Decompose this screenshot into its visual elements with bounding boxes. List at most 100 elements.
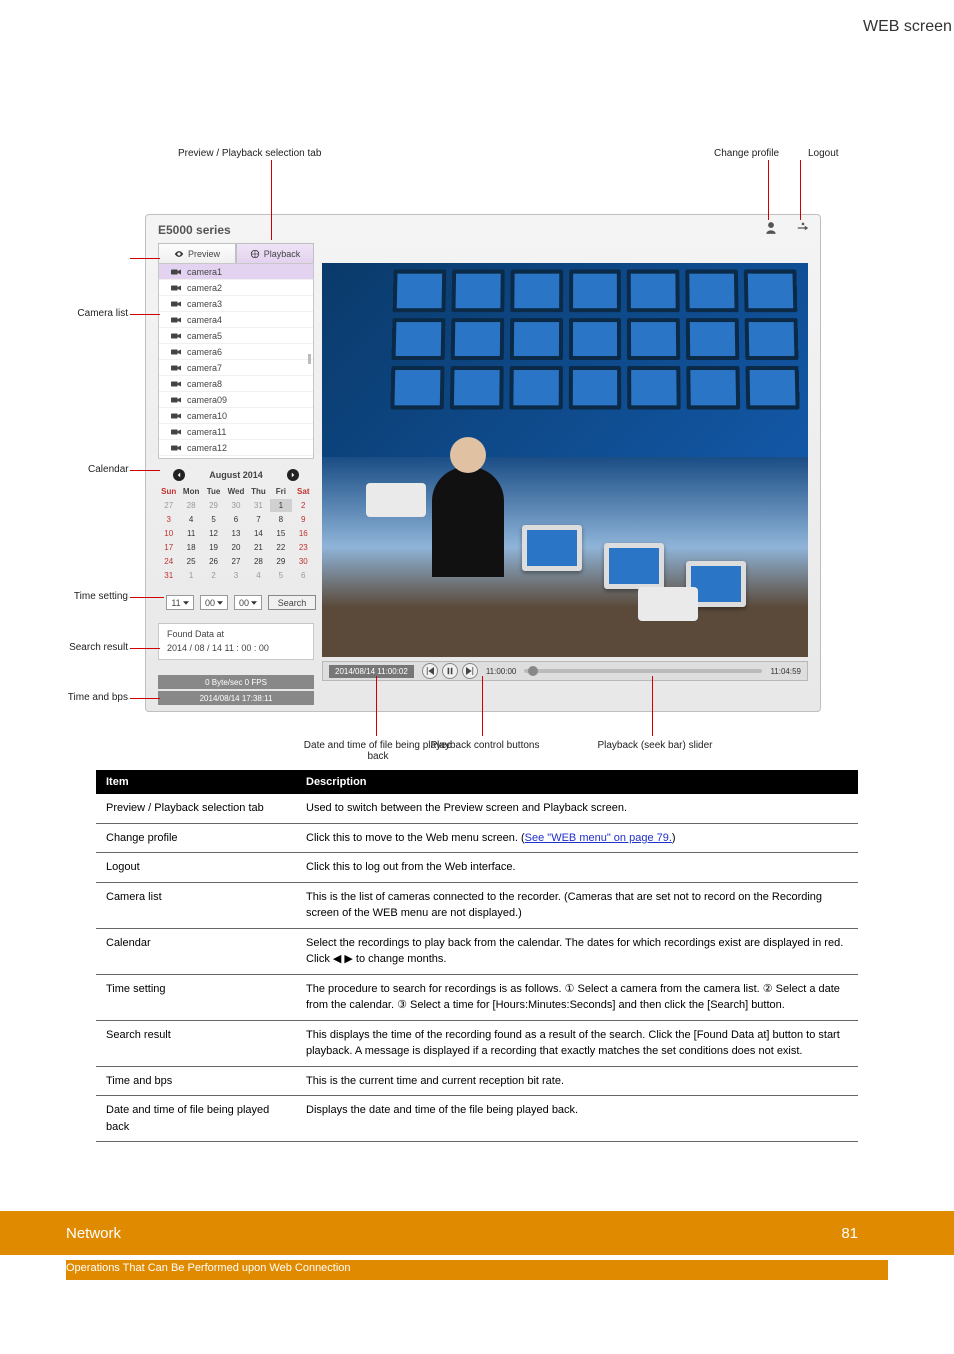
cal-day[interactable]: 26 bbox=[203, 555, 224, 568]
camera-list-item[interactable]: camera09 bbox=[159, 392, 313, 408]
time-mm-select[interactable]: 00 bbox=[200, 595, 228, 610]
camera-icon bbox=[171, 364, 181, 372]
cal-next-icon[interactable] bbox=[287, 469, 299, 481]
camera-list-item[interactable]: camera8 bbox=[159, 376, 313, 392]
cal-day[interactable]: 2 bbox=[293, 499, 314, 512]
cal-day[interactable]: 18 bbox=[180, 541, 201, 554]
camera-list-item[interactable]: camera12 bbox=[159, 440, 313, 456]
camera-list-item[interactable]: camera4 bbox=[159, 312, 313, 328]
camera-list[interactable]: camera1camera2camera3camera4camera5camer… bbox=[158, 263, 314, 459]
cal-day[interactable]: 4 bbox=[248, 569, 269, 582]
search-button[interactable]: Search bbox=[268, 595, 316, 610]
callout-line bbox=[130, 314, 160, 315]
found-label: Found Data at bbox=[167, 628, 305, 642]
cal-day[interactable]: 20 bbox=[225, 541, 246, 554]
film-icon bbox=[250, 249, 260, 259]
cal-dow: Mon bbox=[180, 485, 201, 498]
time-hh-select[interactable]: 11 bbox=[166, 595, 194, 610]
found-value: 2014 / 08 / 14 11 : 00 : 00 bbox=[167, 642, 305, 656]
cal-day[interactable]: 9 bbox=[293, 513, 314, 526]
callout-line bbox=[800, 160, 801, 220]
cal-day[interactable]: 22 bbox=[270, 541, 291, 554]
cal-day[interactable]: 3 bbox=[158, 513, 179, 526]
cal-dow: Thu bbox=[248, 485, 269, 498]
camera-icon bbox=[171, 412, 181, 420]
camera-label: camera4 bbox=[187, 315, 222, 325]
cal-day[interactable]: 1 bbox=[270, 499, 291, 512]
cal-day[interactable]: 27 bbox=[158, 499, 179, 512]
callout-calendar: Calendar bbox=[88, 464, 128, 475]
playback-seek-thumb[interactable] bbox=[528, 666, 538, 676]
cal-day[interactable]: 31 bbox=[248, 499, 269, 512]
cal-day[interactable]: 19 bbox=[203, 541, 224, 554]
skip-fwd-icon[interactable] bbox=[462, 663, 478, 679]
cal-day[interactable]: 16 bbox=[293, 527, 314, 540]
cal-day[interactable]: 29 bbox=[270, 555, 291, 568]
camera-list-item[interactable]: camera5 bbox=[159, 328, 313, 344]
time-ss-value: 00 bbox=[239, 598, 249, 608]
cal-day[interactable]: 7 bbox=[248, 513, 269, 526]
cal-day[interactable]: 1 bbox=[180, 569, 201, 582]
cal-day[interactable]: 28 bbox=[180, 499, 201, 512]
cal-prev-icon[interactable] bbox=[173, 469, 185, 481]
camera-icon bbox=[171, 300, 181, 308]
cal-day[interactable]: 11 bbox=[180, 527, 201, 540]
cal-day[interactable]: 2 bbox=[203, 569, 224, 582]
cal-dow: Wed bbox=[225, 485, 246, 498]
cal-day[interactable]: 8 bbox=[270, 513, 291, 526]
cal-day[interactable]: 29 bbox=[203, 499, 224, 512]
cal-day[interactable]: 5 bbox=[203, 513, 224, 526]
profile-icon[interactable] bbox=[764, 221, 778, 235]
callout-line bbox=[768, 160, 769, 220]
callout-pb-buttons: Playback control buttons bbox=[420, 740, 550, 751]
cal-day[interactable]: 12 bbox=[203, 527, 224, 540]
callout-time-setting: Time setting bbox=[72, 591, 128, 602]
camera-list-item[interactable]: camera1 bbox=[159, 264, 313, 280]
cal-day[interactable]: 27 bbox=[225, 555, 246, 568]
camera-label: camera3 bbox=[187, 299, 222, 309]
scrollbar-handle[interactable] bbox=[308, 354, 311, 364]
ref-link[interactable]: See "WEB menu" on page 79. bbox=[525, 832, 672, 844]
camera-list-item[interactable]: camera2 bbox=[159, 280, 313, 296]
cal-day[interactable]: 6 bbox=[225, 513, 246, 526]
playback-seek-track[interactable] bbox=[524, 669, 762, 673]
camera-list-item[interactable]: camera7 bbox=[159, 360, 313, 376]
cal-day[interactable]: 14 bbox=[248, 527, 269, 540]
cal-day[interactable]: 17 bbox=[158, 541, 179, 554]
pause-icon[interactable] bbox=[442, 663, 458, 679]
time-ss-select[interactable]: 00 bbox=[234, 595, 262, 610]
footer-title: Network bbox=[66, 1225, 121, 1242]
cal-day[interactable]: 13 bbox=[225, 527, 246, 540]
camera-list-item[interactable]: camera10 bbox=[159, 408, 313, 424]
logout-icon[interactable] bbox=[796, 221, 810, 235]
tab-preview[interactable]: Preview bbox=[158, 243, 236, 263]
cal-day[interactable]: 6 bbox=[293, 569, 314, 582]
cal-day[interactable]: 24 bbox=[158, 555, 179, 568]
cal-day[interactable]: 25 bbox=[180, 555, 201, 568]
camera-list-item[interactable]: camera6 bbox=[159, 344, 313, 360]
table-item: Preview / Playback selection tab bbox=[96, 794, 296, 823]
playback-end-time: 11:04:59 bbox=[770, 667, 801, 676]
cal-day[interactable]: 4 bbox=[180, 513, 201, 526]
cal-day[interactable]: 10 bbox=[158, 527, 179, 540]
camera-list-item[interactable]: camera3 bbox=[159, 296, 313, 312]
search-result-box[interactable]: Found Data at 2014 / 08 / 14 11 : 00 : 0… bbox=[158, 623, 314, 660]
page-corner-label: WEB screen bbox=[0, 0, 954, 36]
bytes-bar: 0 Byte/sec 0 FPS bbox=[158, 675, 314, 689]
calendar[interactable]: August 2014 SunMonTueWedThuFriSat2728293… bbox=[158, 465, 314, 582]
playback-bar: 2014/08/14 11:00:02 11:00:00 11:04:59 bbox=[322, 661, 808, 681]
camera-list-item[interactable]: camera11 bbox=[159, 424, 313, 440]
cal-day[interactable]: 23 bbox=[293, 541, 314, 554]
cal-day[interactable]: 30 bbox=[293, 555, 314, 568]
app-window: E5000 series Preview Playback camera1cam… bbox=[145, 214, 821, 712]
cal-day[interactable]: 3 bbox=[225, 569, 246, 582]
cal-day[interactable]: 31 bbox=[158, 569, 179, 582]
skip-back-icon[interactable] bbox=[422, 663, 438, 679]
cal-day[interactable]: 5 bbox=[270, 569, 291, 582]
cal-day[interactable]: 30 bbox=[225, 499, 246, 512]
tab-playback[interactable]: Playback bbox=[236, 243, 314, 263]
cal-day[interactable]: 21 bbox=[248, 541, 269, 554]
cal-day[interactable]: 15 bbox=[270, 527, 291, 540]
cal-day[interactable]: 28 bbox=[248, 555, 269, 568]
calendar-title: August 2014 bbox=[209, 470, 263, 480]
